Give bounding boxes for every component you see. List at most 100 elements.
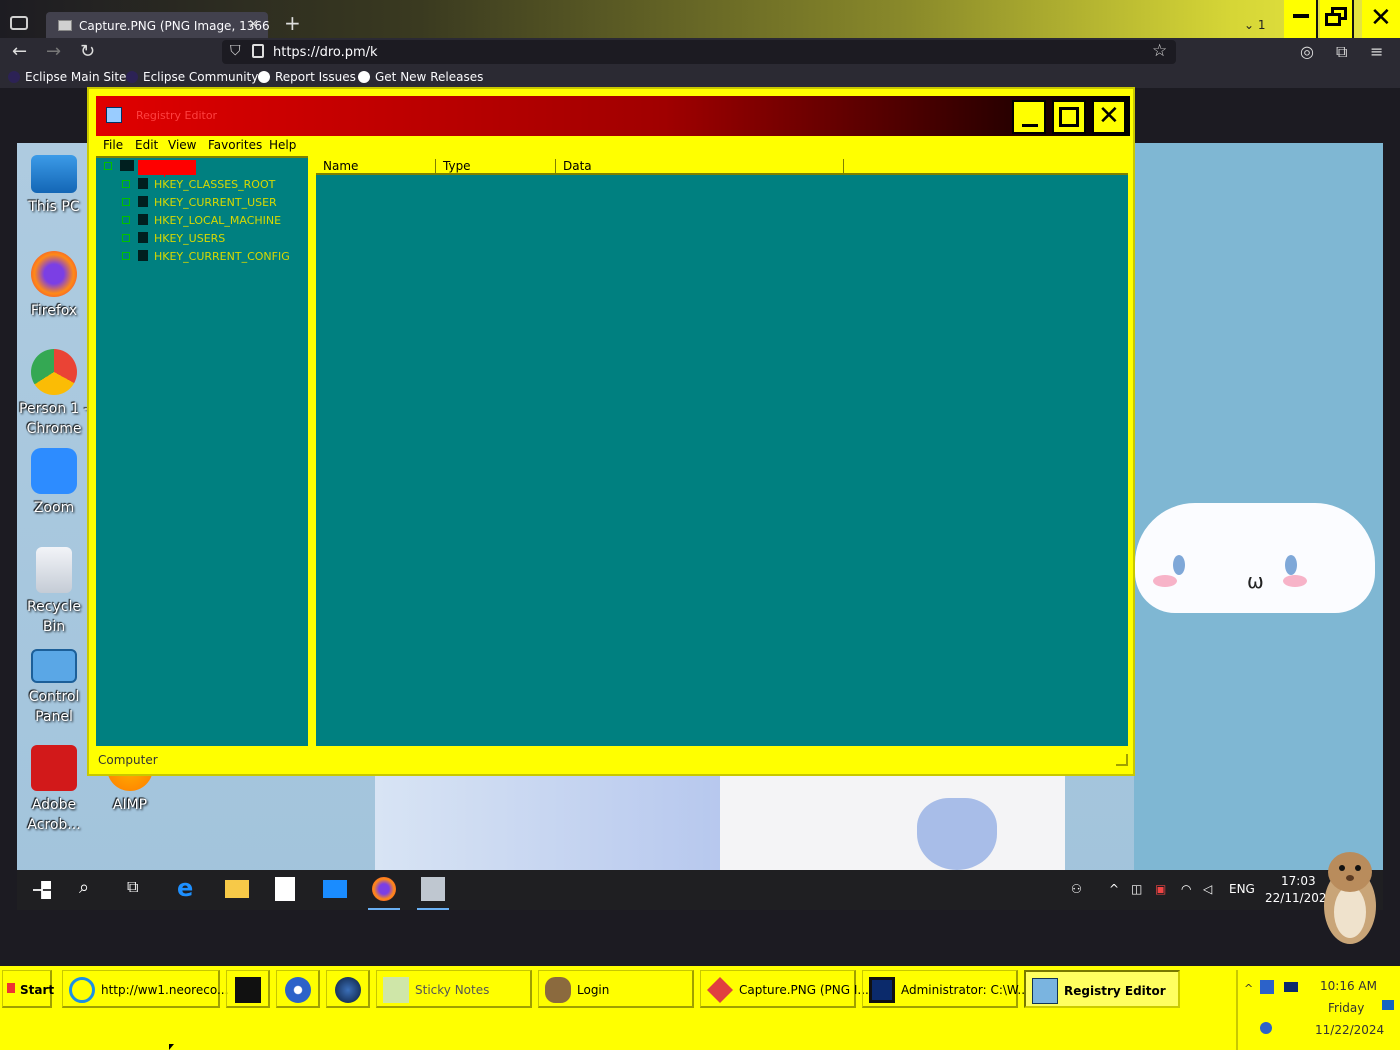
expand-icon[interactable] (122, 216, 130, 224)
menu-file[interactable]: File (103, 138, 123, 152)
column-header-data[interactable]: Data (556, 159, 844, 175)
local-clock-date[interactable]: 11/22/2024 (1315, 1023, 1384, 1037)
regedit-close-button[interactable]: ✕ (1092, 100, 1126, 134)
globe-icon (335, 977, 361, 1003)
adobe-acrobat-icon (31, 745, 77, 791)
edge-icon[interactable]: e (177, 876, 201, 901)
expand-icon[interactable] (122, 198, 130, 206)
regedit-minimize-button[interactable] (1012, 100, 1046, 134)
restore-button[interactable] (1320, 0, 1354, 38)
bookmark-get-new-releases[interactable]: Get New Releases (358, 70, 483, 84)
menu-icon[interactable]: ≡ (1370, 40, 1383, 64)
menu-view[interactable]: View (168, 138, 196, 152)
regedit-taskbar-icon[interactable] (417, 877, 449, 910)
column-header-type[interactable]: Type (436, 159, 556, 175)
resize-grip-icon[interactable] (1116, 754, 1128, 766)
taskbar-btn-ie[interactable]: http://ww1.neoreco... (62, 970, 228, 1008)
tree-item-hkcc[interactable]: HKEY_CURRENT_CONFIG (122, 250, 290, 263)
menu-favorites[interactable]: Favorites (208, 138, 262, 152)
extensions-icon[interactable]: ⧉ (1336, 40, 1347, 64)
bookmark-report-issues[interactable]: Report Issues (258, 70, 356, 84)
taskbar-btn-media[interactable] (276, 970, 320, 1008)
tree-item-hku[interactable]: HKEY_USERS (122, 232, 225, 245)
security-icon[interactable]: ▣ (1155, 882, 1166, 896)
local-clock-day[interactable]: Friday (1328, 1001, 1364, 1015)
desktop-icon-this-pc[interactable]: This PC (17, 155, 91, 217)
reload-icon[interactable]: ↻ (80, 40, 95, 64)
tree-item-hkcu[interactable]: HKEY_CURRENT_USER (122, 196, 277, 209)
tab-close-icon[interactable]: × (248, 17, 259, 32)
store-icon[interactable] (275, 877, 295, 901)
list-all-tabs-icon[interactable] (10, 16, 28, 30)
expand-icon[interactable] (122, 180, 130, 188)
expand-icon[interactable] (122, 234, 130, 242)
status-path: Computer (98, 753, 158, 767)
desktop-icon-zoom[interactable]: Zoom (17, 448, 91, 518)
bookmark-star-icon[interactable]: ☆ (1152, 41, 1167, 61)
desktop-icon-recycle-bin[interactable]: Recycle Bin (17, 547, 91, 637)
taskbar-btn-login[interactable]: Login (538, 970, 694, 1008)
bookmark-eclipse-main[interactable]: Eclipse Main Site (8, 70, 126, 84)
tray-network-icon[interactable] (1260, 1022, 1272, 1034)
menu-help[interactable]: Help (269, 138, 296, 152)
tab-count[interactable]: ⌄ 1 (1244, 18, 1266, 32)
back-icon[interactable]: ← (12, 40, 27, 64)
show-hidden-icons-icon[interactable]: ^ (1109, 882, 1119, 896)
account-icon[interactable]: ◎ (1300, 40, 1314, 64)
tray-monitor-icon[interactable] (1284, 982, 1298, 992)
forward-icon[interactable]: → (46, 40, 61, 64)
lock-icon[interactable] (252, 44, 264, 58)
mail-icon[interactable] (323, 880, 347, 898)
registry-values-pane[interactable]: Name Type Data (316, 156, 1128, 746)
desktop-icon-firefox[interactable]: Firefox (17, 251, 91, 321)
minimize-button[interactable] (1284, 0, 1318, 38)
tree-root-computer[interactable] (104, 160, 140, 173)
close-button[interactable]: ✕ (1362, 0, 1400, 38)
tray-expand-icon[interactable]: ^ (1244, 982, 1253, 995)
wifi-icon[interactable]: ◠ (1181, 882, 1191, 896)
taskbar-btn-capture[interactable]: Capture.PNG (PNG I... (700, 970, 869, 1008)
menu-edit[interactable]: Edit (135, 138, 158, 152)
registry-tree-pane[interactable]: Computer HKEY_CLASSES_ROOT HKEY_CURRENT_… (96, 156, 308, 746)
tray-app-icon[interactable] (1260, 980, 1274, 994)
tree-root-label[interactable]: Computer (138, 160, 196, 178)
task-view-icon[interactable]: ⧉ (127, 877, 151, 901)
network-icon[interactable]: ◫ (1131, 882, 1142, 896)
tree-item-hkcr[interactable]: HKEY_CLASSES_ROOT (122, 178, 275, 191)
language-indicator[interactable]: ENG (1229, 882, 1255, 896)
eclipse-icon (126, 71, 138, 83)
file-explorer-icon[interactable] (225, 880, 249, 898)
column-header-name[interactable]: Name (316, 159, 436, 175)
tracking-shield-icon[interactable]: ⛉ (230, 43, 241, 59)
taskbar-btn-registry-editor[interactable]: Registry Editor (1024, 970, 1180, 1008)
taskbar-btn-sticky-notes[interactable]: Sticky Notes (376, 970, 532, 1008)
bookmark-eclipse-community[interactable]: Eclipse Community (126, 70, 258, 84)
windows-start-icon[interactable] (33, 881, 51, 899)
url-text[interactable]: https://dro.pm/k (273, 45, 378, 60)
tree-item-hklm[interactable]: HKEY_LOCAL_MACHINE (122, 214, 281, 227)
taskbar-btn-admin-cmd[interactable]: Administrator: C:\W... (862, 970, 1029, 1008)
taskbar-btn-globe[interactable] (326, 970, 370, 1008)
firefox-taskbar-icon[interactable] (368, 877, 400, 910)
search-icon[interactable]: ⌕ (79, 877, 103, 901)
regedit-titlebar[interactable]: Registry Editor ✕ (96, 96, 1130, 136)
start-button[interactable]: Start (2, 970, 54, 1008)
url-bar[interactable]: ⛉ https://dro.pm/k ☆ (222, 40, 1176, 64)
desktop-icon-adobe[interactable]: Adobe Acrob... (17, 745, 91, 835)
collapse-icon[interactable] (104, 162, 112, 170)
desktop-icon-chrome[interactable]: Person 1 - Chrome (17, 349, 91, 439)
registry-editor-window: Registry Editor ✕ File Edit View Favorit… (87, 87, 1135, 776)
expand-icon[interactable] (122, 252, 130, 260)
desktop-icon-control-panel[interactable]: Control Panel (17, 649, 91, 727)
regedit-maximize-button[interactable] (1052, 100, 1086, 134)
new-tab-button[interactable]: + (284, 13, 301, 33)
browser-tab[interactable]: Capture.PNG (PNG Image, 1366 × (46, 12, 270, 40)
regedit-app-icon (106, 107, 122, 123)
remote-clock-time[interactable]: 17:03 (1281, 874, 1316, 888)
minimize-icon (1022, 124, 1038, 127)
local-clock-time[interactable]: 10:16 AM (1320, 979, 1377, 993)
tray-notification-icon[interactable] (1382, 1000, 1394, 1010)
volume-icon[interactable]: ◁ (1203, 882, 1212, 896)
taskbar-btn-blackbox[interactable] (226, 970, 270, 1008)
people-icon[interactable]: ⚇ (1071, 882, 1082, 896)
